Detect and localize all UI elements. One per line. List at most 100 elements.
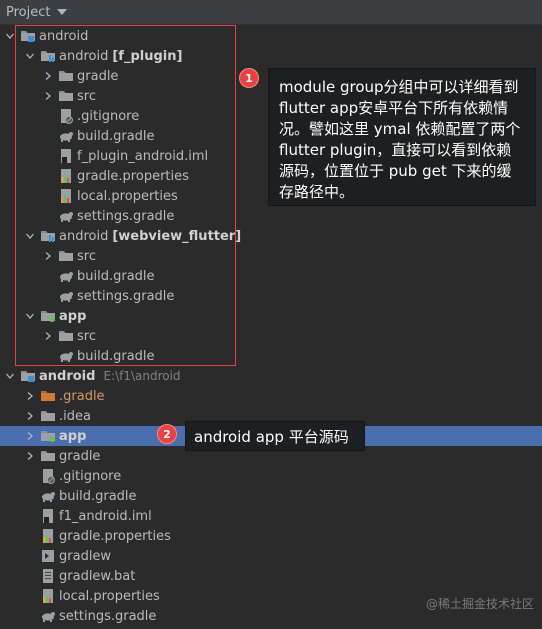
shell-script-icon bbox=[40, 548, 56, 564]
tree-item-label: settings.gradle bbox=[77, 208, 175, 224]
tree-item-label: android bbox=[59, 48, 109, 64]
annotation-badge-2: 2 bbox=[158, 425, 176, 443]
chevron-placeholder bbox=[24, 526, 36, 546]
library-module-icon bbox=[40, 228, 56, 244]
chevron-down-icon[interactable] bbox=[4, 366, 16, 386]
tree-item-label: f1_android.iml bbox=[59, 508, 152, 524]
tree-item-label: settings.gradle bbox=[77, 288, 175, 304]
chevron-placeholder bbox=[24, 506, 36, 526]
excluded-folder-icon bbox=[40, 388, 56, 404]
tree-row[interactable]: gradle.properties bbox=[0, 526, 542, 546]
chevron-down-icon[interactable] bbox=[24, 46, 36, 66]
tree-row[interactable]: .gitignore bbox=[0, 466, 542, 486]
app-module-icon bbox=[40, 308, 56, 324]
gitignore-file-icon bbox=[58, 108, 74, 124]
tree-item-label: app bbox=[59, 428, 87, 444]
chevron-placeholder bbox=[24, 586, 36, 606]
annotation-badge-1: 1 bbox=[240, 69, 258, 87]
properties-file-icon bbox=[40, 588, 56, 604]
tree-item-label: android bbox=[59, 228, 109, 244]
tree-item-label: build.gradle bbox=[77, 348, 155, 364]
project-view-selector[interactable]: Project bbox=[6, 5, 50, 20]
chevron-right-icon[interactable] bbox=[24, 406, 36, 426]
tree-row[interactable]: build.gradle bbox=[0, 266, 542, 286]
gradle-elephant-icon bbox=[58, 268, 74, 284]
tree-item-label: gradle.properties bbox=[59, 528, 171, 544]
library-module-icon bbox=[40, 48, 56, 64]
chevron-placeholder bbox=[24, 606, 36, 626]
tree-item-label: .gradle bbox=[59, 388, 105, 404]
tree-row[interactable]: settings.gradle bbox=[0, 286, 542, 306]
chevron-placeholder bbox=[42, 166, 54, 186]
properties-file-icon bbox=[40, 528, 56, 544]
tree-item-label: app bbox=[59, 308, 87, 324]
project-panel-header: Project bbox=[0, 0, 542, 25]
chevron-placeholder bbox=[24, 566, 36, 586]
chevron-down-icon[interactable] bbox=[4, 26, 16, 46]
chevron-placeholder bbox=[42, 106, 54, 126]
tree-row[interactable]: build.gradle bbox=[0, 486, 542, 506]
chevron-right-icon[interactable] bbox=[24, 446, 36, 466]
tree-item-label: android bbox=[39, 28, 89, 44]
annotation-callout-1: module group分组中可以详细看到flutter app安卓平台下所有依… bbox=[268, 68, 536, 206]
tree-item-label: local.properties bbox=[59, 588, 160, 604]
gradle-elephant-icon bbox=[40, 608, 56, 624]
tree-item-label: gradlew.bat bbox=[59, 568, 136, 584]
chevron-right-icon[interactable] bbox=[24, 386, 36, 406]
folder-icon bbox=[40, 448, 56, 464]
tree-row[interactable]: android [f_plugin] bbox=[0, 46, 542, 66]
module-icon bbox=[20, 28, 36, 44]
gradle-elephant-icon bbox=[58, 348, 74, 364]
tree-item-label: settings.gradle bbox=[59, 608, 157, 624]
tree-item-label: build.gradle bbox=[59, 488, 137, 504]
tree-row[interactable]: f1_android.iml bbox=[0, 506, 542, 526]
tree-row[interactable]: .gradle bbox=[0, 386, 542, 406]
tree-row[interactable]: app bbox=[0, 306, 542, 326]
tree-row[interactable]: src bbox=[0, 326, 542, 346]
folder-icon bbox=[58, 68, 74, 84]
chevron-right-icon[interactable] bbox=[24, 426, 36, 446]
chevron-placeholder bbox=[42, 286, 54, 306]
tree-row[interactable]: gradlew bbox=[0, 546, 542, 566]
tree-item-label: .gitignore bbox=[77, 108, 140, 124]
tree-row[interactable]: build.gradle bbox=[0, 346, 542, 366]
tree-row[interactable]: android E:\f1\android bbox=[0, 366, 542, 386]
chevron-placeholder bbox=[24, 486, 36, 506]
iml-file-icon bbox=[58, 148, 74, 164]
text-file-icon bbox=[40, 568, 56, 584]
gradle-elephant-icon bbox=[58, 128, 74, 144]
chevron-placeholder bbox=[42, 206, 54, 226]
chevron-down-icon[interactable] bbox=[24, 226, 36, 246]
tree-row[interactable]: android bbox=[0, 26, 542, 46]
tree-item-label: build.gradle bbox=[77, 128, 155, 144]
app-module-icon bbox=[40, 428, 56, 444]
tree-item-label: gradle bbox=[59, 448, 101, 464]
tree-row[interactable]: android [webview_flutter] bbox=[0, 226, 542, 246]
chevron-placeholder bbox=[42, 266, 54, 286]
chevron-down-icon[interactable] bbox=[57, 9, 68, 15]
tree-row[interactable]: src bbox=[0, 246, 542, 266]
project-path: E:\f1\android bbox=[103, 369, 181, 383]
chevron-right-icon[interactable] bbox=[42, 66, 54, 86]
folder-icon bbox=[58, 248, 74, 264]
chevron-placeholder bbox=[24, 466, 36, 486]
tree-item-label: android bbox=[39, 368, 96, 384]
tree-item-label: src bbox=[77, 248, 96, 264]
gradle-elephant-icon bbox=[40, 488, 56, 504]
gradle-elephant-icon bbox=[58, 208, 74, 224]
chevron-right-icon[interactable] bbox=[42, 246, 54, 266]
gitignore-file-icon bbox=[40, 468, 56, 484]
folder-icon bbox=[40, 408, 56, 424]
gradle-elephant-icon bbox=[58, 288, 74, 304]
chevron-right-icon[interactable] bbox=[42, 86, 54, 106]
tree-row[interactable]: gradlew.bat bbox=[0, 566, 542, 586]
tree-item-label: gradlew bbox=[59, 548, 112, 564]
folder-icon bbox=[58, 88, 74, 104]
chevron-placeholder bbox=[42, 346, 54, 366]
module-group-tag: [f_plugin] bbox=[112, 48, 183, 64]
folder-icon bbox=[58, 328, 74, 344]
tree-row[interactable]: settings.gradle bbox=[0, 206, 542, 226]
chevron-right-icon[interactable] bbox=[42, 326, 54, 346]
chevron-down-icon[interactable] bbox=[24, 306, 36, 326]
chevron-placeholder bbox=[42, 186, 54, 206]
